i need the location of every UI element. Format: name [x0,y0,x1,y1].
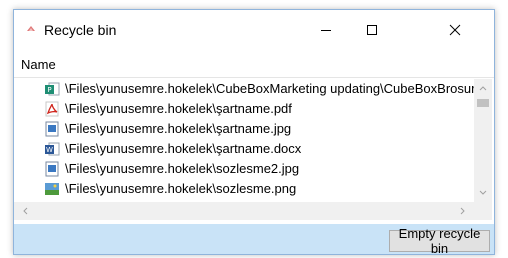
scrollbar-corner [474,202,492,220]
scroll-down-button[interactable] [474,184,492,202]
empty-recycle-bin-button[interactable]: Empty recycle bin [389,226,490,254]
window-title: Recycle bin [44,22,117,38]
png-file-icon [45,183,59,195]
image-file-icon [45,161,59,177]
minimize-icon [321,30,331,31]
svg-text:P: P [47,86,51,94]
file-path: \Files\yunusemre.hokelek\şartname.docx [65,141,302,156]
recycle-bin-window: Recycle bin Name P \Files\yunusemre.hoke… [13,9,495,255]
scroll-up-button[interactable] [474,79,492,97]
column-header-label: Name [21,57,56,72]
title-bar[interactable]: Recycle bin [14,10,494,50]
file-path: \Files\yunusemre.hokelek\şartname.jpg [65,121,292,136]
close-icon [449,24,461,36]
vertical-scroll-thumb[interactable] [477,99,489,107]
list-item[interactable]: \Files\yunusemre.hokelek\şartname.pdf [14,99,474,119]
chevron-up-icon [479,86,487,91]
chevron-left-icon [23,207,28,215]
maximize-button[interactable] [349,10,395,50]
horizontal-scrollbar[interactable] [14,202,474,220]
list-item[interactable]: P \Files\yunusemre.hokelek\CubeBoxMarket… [14,79,474,99]
chevron-down-icon [479,190,487,195]
list-item[interactable]: W \Files\yunusemre.hokelek\şartname.docx [14,139,474,159]
pdf-file-icon [45,101,59,117]
close-button[interactable] [432,10,478,50]
maximize-icon [367,25,377,35]
chevron-right-icon [460,207,465,215]
column-header-name[interactable]: Name [14,57,494,78]
file-path: \Files\yunusemre.hokelek\sozlesme.png [65,181,297,196]
svg-text:W: W [46,146,53,154]
scroll-right-button[interactable] [454,202,472,220]
scroll-left-button[interactable] [16,202,34,220]
word-file-icon: W [45,142,60,156]
file-path: \Files\yunusemre.hokelek\şartname.pdf [65,101,292,116]
app-icon [27,26,35,31]
deleted-files-list[interactable]: P \Files\yunusemre.hokelek\CubeBoxMarket… [14,79,474,202]
list-item[interactable]: \Files\yunusemre.hokelek\sozlesme.png [14,179,474,199]
file-path: \Files\yunusemre.hokelek\sozlesme2.jpg [65,161,300,176]
publisher-file-icon: P [45,82,60,96]
minimize-button[interactable] [303,10,349,50]
footer-bar: Empty recycle bin [14,224,494,254]
vertical-scrollbar[interactable] [474,79,492,202]
file-path: \Files\yunusemre.hokelek\CubeBoxMarketin… [65,81,474,96]
list-item[interactable]: \Files\yunusemre.hokelek\şartname.jpg [14,119,474,139]
list-item[interactable]: \Files\yunusemre.hokelek\sozlesme2.jpg [14,159,474,179]
image-file-icon [45,121,59,137]
